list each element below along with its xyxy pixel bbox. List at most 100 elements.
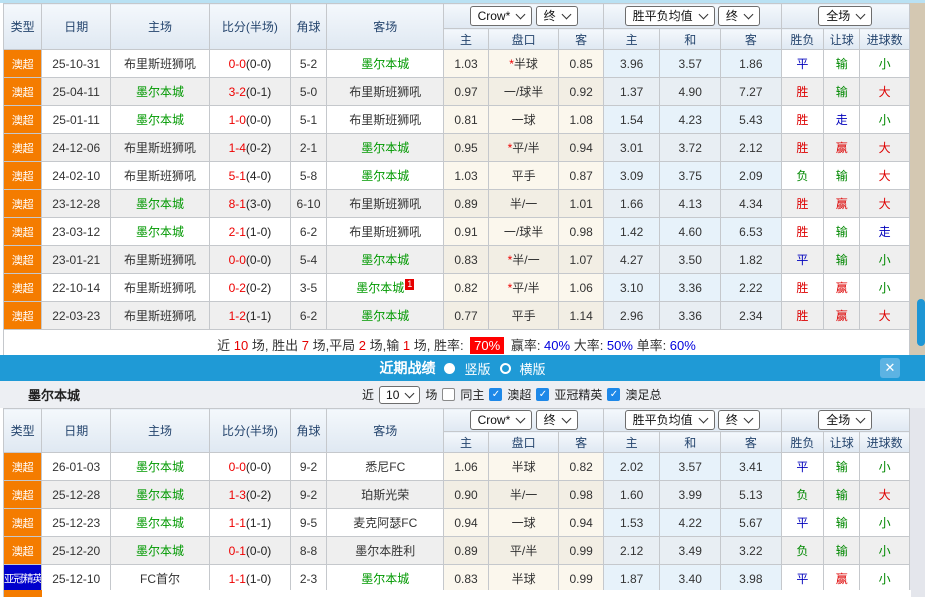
league-a-checkbox[interactable]: ✓ (489, 388, 502, 401)
handicap-line: 平/半 (488, 537, 559, 565)
away-team: 墨尔本胜利 (327, 537, 444, 565)
handicap-time-value: 终 (544, 413, 556, 427)
result-cell: 胜 (781, 218, 823, 246)
league-acl-checkbox[interactable]: ✓ (536, 388, 549, 401)
team-name: 墨尔本城 (28, 385, 80, 404)
handicap-home-odds: 1.03 (444, 162, 488, 190)
handicap-home-odds: 0.81 (444, 106, 488, 134)
handicap-result-cell: 输 (824, 481, 860, 509)
layout-radio-vertical[interactable] (444, 363, 455, 374)
col-avg-draw: 和 (660, 29, 721, 50)
league-cup-checkbox[interactable]: ✓ (607, 388, 620, 401)
avg-home-odds: 1.53 (603, 509, 660, 537)
scope-select[interactable]: 全场 (818, 410, 872, 430)
home-team: 墨尔本城 (111, 481, 210, 509)
avg-time-select[interactable]: 终 (718, 410, 760, 430)
home-team: 墨尔本城 (111, 537, 210, 565)
corner-cell: 6-2 (290, 218, 326, 246)
goals-result-cell: 小 (860, 274, 910, 302)
avg-time-value: 终 (726, 9, 738, 23)
layout-radio-vertical-label[interactable]: 竖版 (464, 359, 490, 378)
avg-home-odds: 2.12 (603, 537, 660, 565)
away-team: 布里斯班狮吼 (327, 78, 444, 106)
handicap-result-cell: 输 (824, 50, 860, 78)
result-cell: 胜 (781, 134, 823, 162)
league-acl-label[interactable]: 亚冠精英 (554, 386, 602, 403)
away-team: 墨尔本城 (327, 302, 444, 330)
handicap-controls: Crow* 终 (444, 4, 604, 29)
league-cell: 澳超 (4, 274, 42, 302)
avg-home-odds: 4.27 (603, 246, 660, 274)
avg-home-odds: 1.60 (603, 481, 660, 509)
avg-draw-odds: 4.90 (660, 78, 721, 106)
col-away: 客场 (327, 409, 444, 453)
league-cell: 澳超 (4, 537, 42, 565)
avg-home-odds: 3.10 (603, 274, 660, 302)
date-cell: 24-12-06 (42, 134, 111, 162)
league-a-label[interactable]: 澳超 (507, 386, 531, 403)
avg-draw-odds: 3.49 (660, 537, 721, 565)
bookmaker-select-value: Crow* (478, 413, 511, 427)
score-cell: 1-0(0-0) (210, 106, 291, 134)
table-row: 澳超24-12-06布里斯班狮吼1-4(0-2)2-1墨尔本城0.95*平/半0… (4, 134, 910, 162)
corner-cell: 2-1 (290, 134, 326, 162)
league-cup-label[interactable]: 澳足总 (625, 386, 661, 403)
score-cell: 1-3(0-2) (210, 481, 291, 509)
home-team: 布里斯班狮吼 (111, 274, 210, 302)
handicap-time-select[interactable]: 终 (536, 6, 578, 26)
col-corner: 角球 (290, 409, 326, 453)
avg-time-select[interactable]: 终 (718, 6, 760, 26)
avg-away-odds: 2.09 (721, 162, 782, 190)
same-home-checkbox[interactable] (442, 388, 455, 401)
match-count-select[interactable]: 10 (379, 386, 420, 404)
col-result: 胜负 (781, 432, 823, 453)
layout-radio-horizontal[interactable] (500, 363, 511, 374)
bookmaker-select[interactable]: Crow* (470, 410, 533, 430)
avg-home-odds: 1.42 (603, 218, 660, 246)
away-team: 布里斯班狮吼 (327, 190, 444, 218)
scrollbar-thumb[interactable] (917, 299, 925, 346)
handicap-line: *半球 (488, 50, 559, 78)
avg-odds-select[interactable]: 胜平负均值 (625, 410, 715, 430)
home-team: 布里斯班狮吼 (111, 50, 210, 78)
corner-cell: 8-8 (290, 537, 326, 565)
table-row: 澳超22-10-14布里斯班狮吼0-2(0-2)3-5墨尔本城10.82*平/半… (4, 274, 910, 302)
handicap-line: 半球 (488, 453, 559, 481)
avg-odds-select[interactable]: 胜平负均值 (625, 6, 715, 26)
handicap-controls: Crow* 终 (444, 409, 604, 432)
scope-controls: 全场 (781, 409, 909, 432)
handicap-home-odds: 0.89 (444, 537, 488, 565)
avg-draw-odds: 3.99 (660, 481, 721, 509)
col-avg-home: 主 (603, 432, 660, 453)
table-row: 澳超23-03-12墨尔本城2-1(1-0)6-2布里斯班狮吼0.91一/球半0… (4, 218, 910, 246)
chevron-down-icon (516, 414, 526, 424)
corner-cell: 5-0 (290, 78, 326, 106)
handicap-time-select[interactable]: 终 (536, 410, 578, 430)
avg-controls: 胜平负均值 终 (603, 4, 781, 29)
match-count-value: 10 (386, 388, 399, 402)
home-team: FC首尔 (111, 565, 210, 593)
avg-draw-odds: 3.57 (660, 453, 721, 481)
col-date: 日期 (42, 4, 111, 50)
avg-home-odds: 3.01 (603, 134, 660, 162)
league-cell: 亚冠精英 (4, 565, 42, 593)
chevron-down-icon (561, 10, 571, 20)
avg-away-odds: 5.43 (721, 106, 782, 134)
col-avg-away: 客 (721, 29, 782, 50)
layout-radio-horizontal-label[interactable]: 横版 (520, 359, 546, 378)
bookmaker-select-value: Crow* (478, 9, 511, 23)
scope-select[interactable]: 全场 (818, 6, 872, 26)
handicap-result-cell: 输 (824, 537, 860, 565)
avg-away-odds: 2.22 (721, 274, 782, 302)
col-score: 比分(半场) (210, 409, 291, 453)
corner-cell: 9-5 (290, 509, 326, 537)
col-goals: 进球数 (860, 432, 910, 453)
close-icon[interactable]: ✕ (880, 358, 900, 378)
score-cell: 0-0(0-0) (210, 246, 291, 274)
date-cell: 25-12-20 (42, 537, 111, 565)
same-home-label[interactable]: 同主 (460, 386, 484, 403)
bookmaker-select[interactable]: Crow* (470, 6, 533, 26)
away-team: 墨尔本城 (327, 565, 444, 593)
avg-draw-odds: 4.22 (660, 509, 721, 537)
handicap-away-odds: 1.14 (559, 302, 603, 330)
